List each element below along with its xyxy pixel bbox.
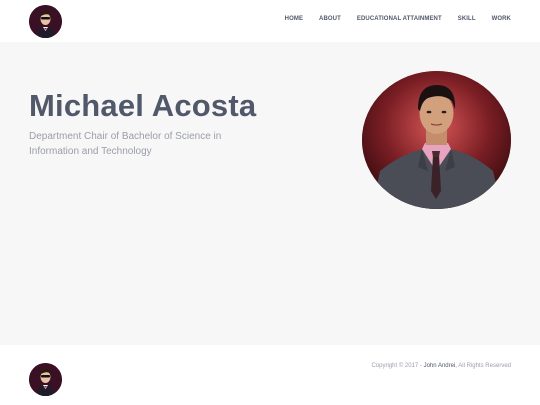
footer: Copyright © 2017 - John Andrei, All Righ…: [0, 345, 540, 405]
nav-skill-link[interactable]: SKILL: [458, 16, 476, 22]
avatar-logo-icon[interactable]: [29, 5, 62, 38]
profile-photo: [362, 71, 511, 209]
nav-work-link[interactable]: WORK: [492, 16, 511, 22]
copyright-prefix: Copyright © 2017 -: [371, 363, 424, 369]
hero-subtitle: Department Chair of Bachelor of Science …: [29, 131, 222, 157]
footer-copyright: Copyright © 2017 - John Andrei, All Righ…: [371, 363, 511, 369]
author-link[interactable]: John Andrei: [424, 363, 456, 369]
hero-name-heading: Michael Acosta: [29, 88, 257, 123]
copyright-suffix: , All Rights Reserved: [455, 363, 511, 369]
nav-menu: HOME ABOUT EDUCATIONAL ATTAINMENT SKILL …: [269, 16, 511, 22]
avatar-logo-icon[interactable]: [29, 363, 62, 396]
navbar: HOME ABOUT EDUCATIONAL ATTAINMENT SKILL …: [0, 0, 540, 42]
nav-educational-attainment-link[interactable]: EDUCATIONAL ATTAINMENT: [357, 16, 442, 22]
nav-about-link[interactable]: ABOUT: [319, 16, 341, 22]
hero-section: Michael Acosta Department Chair of Bache…: [0, 42, 540, 345]
nav-home-link[interactable]: HOME: [285, 16, 303, 22]
